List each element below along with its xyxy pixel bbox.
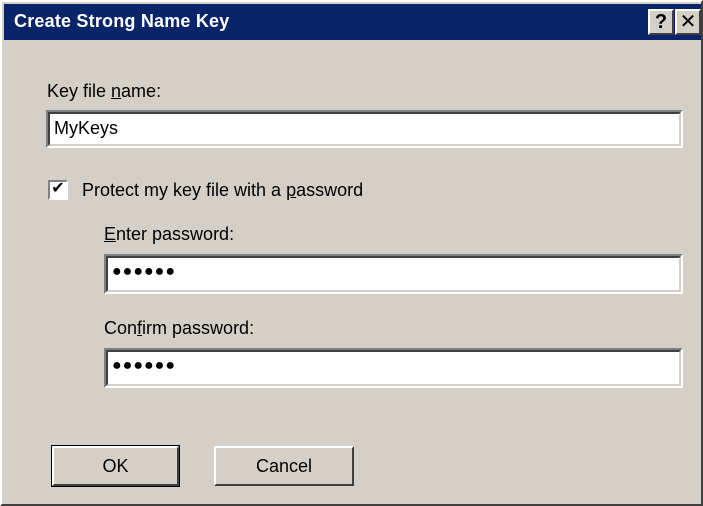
key-file-name-value: MyKeys — [48, 112, 681, 146]
confirm-password-value: ●●●●●● — [106, 350, 681, 386]
checkmark-icon: ✔ — [51, 180, 65, 197]
close-button[interactable]: ✕ — [675, 9, 701, 35]
key-file-name-label: Key file name: — [47, 81, 162, 101]
dialog-title: Create Strong Name Key — [14, 11, 230, 31]
key-file-name-input[interactable]: MyKeys — [46, 110, 683, 148]
enter-password-input[interactable]: ●●●●●● — [104, 254, 683, 294]
ok-button-label: OK — [102, 455, 129, 476]
enter-password-value: ●●●●●● — [106, 256, 681, 292]
protect-password-checkbox[interactable]: ✔ — [48, 180, 68, 200]
help-button[interactable]: ? — [648, 9, 674, 35]
close-icon: ✕ — [679, 11, 697, 33]
dialog-window: Create Strong Name Key ? ✕ Key file name… — [0, 0, 703, 506]
protect-password-label[interactable]: Protect my key file with a password — [82, 180, 363, 201]
cancel-button[interactable]: Cancel — [214, 446, 354, 486]
ok-button[interactable]: OK — [51, 445, 180, 487]
enter-password-label: Enter password: — [104, 224, 235, 244]
help-icon: ? — [654, 11, 668, 33]
confirm-password-label: Confirm password: — [104, 318, 255, 338]
title-bar[interactable]: Create Strong Name Key ? ✕ — [4, 4, 701, 40]
cancel-button-label: Cancel — [255, 455, 313, 476]
confirm-password-input[interactable]: ●●●●●● — [104, 348, 683, 388]
